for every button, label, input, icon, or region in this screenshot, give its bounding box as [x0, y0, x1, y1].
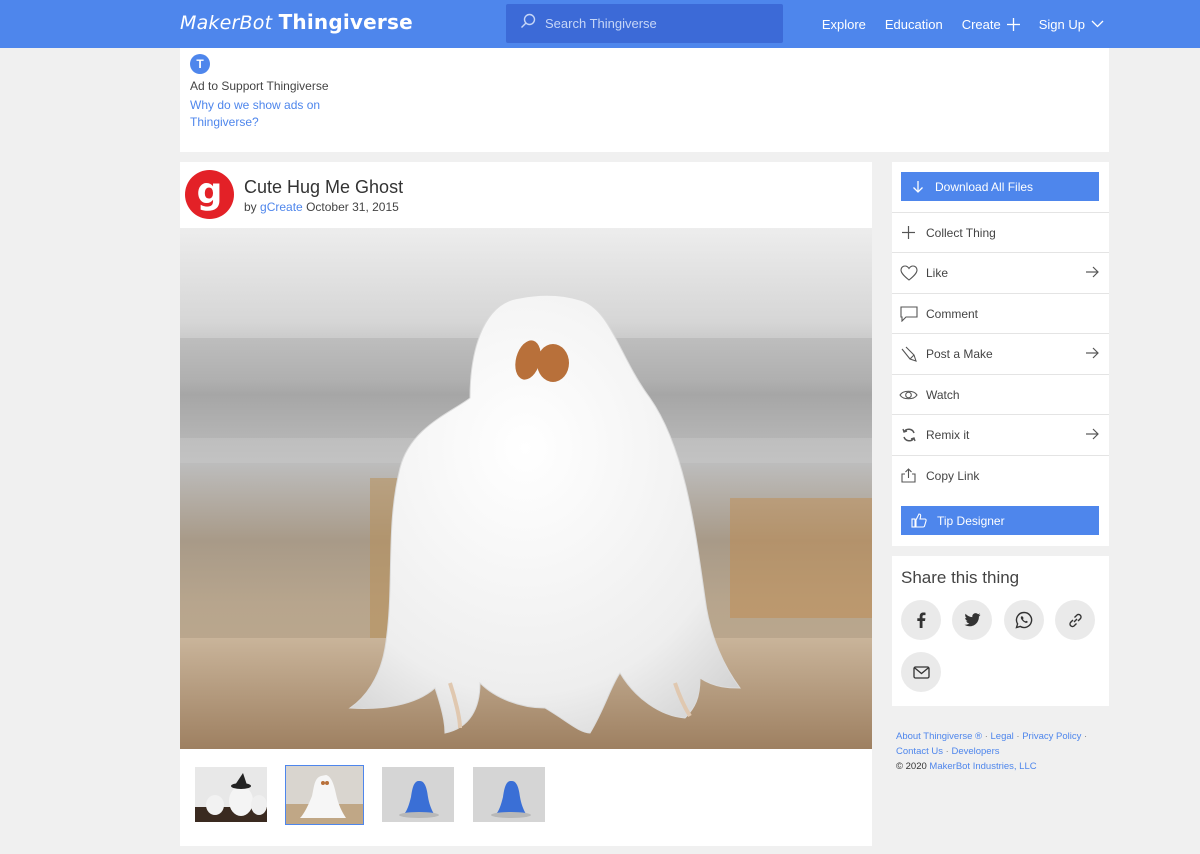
- actions-panel: Download All Files Collect Thing Like Co…: [892, 162, 1109, 546]
- like-label: Like: [926, 265, 949, 280]
- whatsapp-icon: [1015, 611, 1033, 629]
- thing-card: g Cute Hug Me Ghost by gCreate October 3…: [180, 162, 872, 846]
- nav-education[interactable]: Education: [885, 17, 943, 32]
- share-whatsapp-button[interactable]: [1004, 600, 1044, 640]
- footer-contact-link[interactable]: Contact Us: [896, 746, 943, 757]
- post-make-button[interactable]: Post a Make: [892, 333, 1109, 373]
- footer-separator: ·: [984, 731, 988, 742]
- avatar[interactable]: g: [185, 170, 234, 219]
- nav-create-label: Create: [961, 16, 1001, 32]
- plus-icon: [1006, 17, 1020, 31]
- share-twitter-button[interactable]: [952, 600, 992, 640]
- ad-label: Ad to Support Thingiverse: [190, 79, 329, 93]
- ad-info-link[interactable]: Why do we show ads on Thingiverse?: [190, 97, 340, 131]
- share-email-button[interactable]: [901, 652, 941, 692]
- footer: About Thingiverse ® · Legal · Privacy Po…: [896, 729, 1106, 774]
- nav-signup-label: Sign Up: [1038, 16, 1085, 32]
- mail-icon: [912, 665, 930, 679]
- share-panel: Share this thing: [892, 556, 1109, 706]
- search-box[interactable]: [506, 4, 783, 43]
- copy-link-label: Copy Link: [926, 468, 980, 483]
- comment-icon: [899, 304, 918, 323]
- remix-icon: [899, 425, 918, 444]
- footer-privacy-link[interactable]: Privacy Policy: [1022, 731, 1081, 742]
- publish-date: October 31, 2015: [306, 200, 399, 214]
- nav-links: Explore Education Create Sign Up: [803, 0, 1104, 48]
- ad-banner: T Ad to Support Thingiverse Why do we sh…: [180, 48, 1109, 152]
- download-all-button[interactable]: Download All Files: [901, 172, 1099, 201]
- arrow-right-icon: [1086, 347, 1099, 359]
- share-upload-icon: [899, 466, 918, 485]
- collect-label: Collect Thing: [926, 225, 996, 240]
- tip-designer-button[interactable]: Tip Designer: [901, 506, 1099, 535]
- footer-copyright: © 2020: [896, 761, 927, 772]
- thumbnail-1[interactable]: [194, 766, 268, 823]
- byline-by: by: [244, 200, 257, 214]
- search-input[interactable]: [545, 16, 765, 31]
- footer-copyright-row: © 2020 MakerBot Industries, LLC: [896, 759, 1106, 774]
- nav-signup[interactable]: Sign Up: [1039, 17, 1104, 32]
- brand-logo[interactable]: MakerBot Thingiverse: [180, 9, 413, 35]
- byline: by gCreate October 31, 2015: [244, 200, 399, 214]
- footer-legal-link[interactable]: Legal: [991, 731, 1014, 742]
- remix-button[interactable]: Remix it: [892, 414, 1109, 454]
- footer-about-link[interactable]: About Thingiverse ®: [896, 731, 982, 742]
- nav-explore[interactable]: Explore: [822, 17, 866, 32]
- footer-separator: ·: [1016, 731, 1020, 742]
- nav-explore-label: Explore: [821, 16, 866, 32]
- footer-links-row2: Contact Us · Developers: [896, 744, 1106, 759]
- post-make-label: Post a Make: [926, 346, 993, 361]
- top-navbar: MakerBot Thingiverse Explore Education C…: [0, 0, 1200, 48]
- remix-label: Remix it: [926, 427, 970, 442]
- link-icon: [1068, 613, 1082, 627]
- nav-education-label: Education: [884, 16, 943, 32]
- facebook-icon: [917, 612, 926, 628]
- make-icon: [899, 344, 918, 363]
- footer-developers-link[interactable]: Developers: [951, 746, 999, 757]
- thumbs-up-icon: [911, 513, 927, 528]
- thumbnail-strip: [194, 765, 563, 825]
- plus-icon: [899, 223, 918, 242]
- share-title: Share this thing: [901, 568, 1020, 587]
- search-icon: [520, 13, 536, 34]
- share-facebook-button[interactable]: [901, 600, 941, 640]
- tip-label: Tip Designer: [937, 513, 1005, 528]
- page-title: Cute Hug Me Ghost: [244, 177, 404, 197]
- thumbnail-4[interactable]: [472, 766, 546, 823]
- watch-button[interactable]: Watch: [892, 374, 1109, 414]
- download-icon: [913, 180, 923, 193]
- brand-makerbot: MakerBot: [180, 12, 273, 34]
- brand-thingiverse: Thingiverse: [278, 10, 413, 34]
- arrow-right-icon: [1086, 266, 1099, 278]
- download-label: Download All Files: [935, 179, 1034, 194]
- thingiverse-logo-icon: T: [190, 54, 210, 74]
- author-link[interactable]: gCreate: [260, 200, 303, 214]
- thumbnail-2[interactable]: [285, 765, 364, 825]
- heart-icon: [899, 263, 918, 282]
- comment-label: Comment: [926, 306, 979, 321]
- arrow-right-icon: [1086, 428, 1099, 440]
- comment-button[interactable]: Comment: [892, 293, 1109, 333]
- footer-separator: ·: [945, 746, 949, 757]
- footer-company-link[interactable]: MakerBot Industries, LLC: [929, 761, 1036, 772]
- twitter-icon: [964, 613, 980, 627]
- collect-thing-button[interactable]: Collect Thing: [892, 212, 1109, 252]
- footer-separator: ·: [1083, 731, 1088, 742]
- watch-label: Watch: [926, 387, 960, 402]
- eye-icon: [899, 385, 918, 404]
- thumbnail-3[interactable]: [381, 766, 455, 823]
- nav-create[interactable]: Create: [962, 17, 1020, 32]
- copy-link-button[interactable]: Copy Link: [892, 455, 1109, 495]
- main-image[interactable]: [180, 228, 872, 749]
- footer-links-row1: About Thingiverse ® · Legal · Privacy Po…: [896, 729, 1106, 744]
- chevron-down-icon: [1091, 20, 1104, 28]
- share-link-button[interactable]: [1055, 600, 1095, 640]
- like-button[interactable]: Like: [892, 252, 1109, 292]
